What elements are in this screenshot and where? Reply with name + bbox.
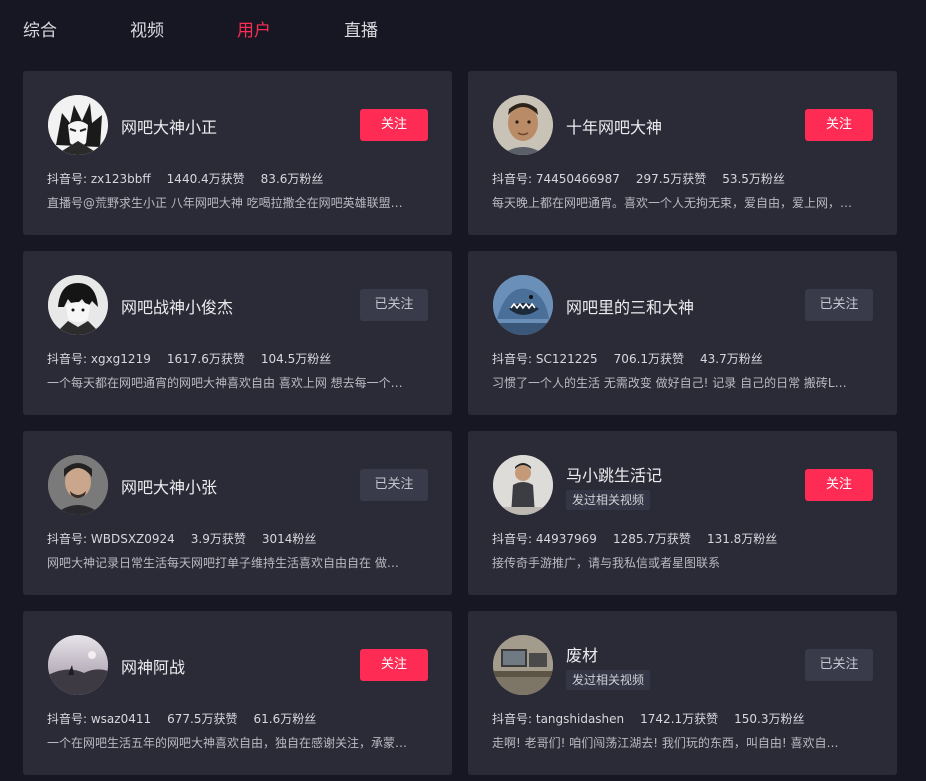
fans-count: 131.8万粉丝 xyxy=(706,532,778,546)
fans-count: 83.6万粉丝 xyxy=(260,172,324,186)
follow-button[interactable]: 关注 xyxy=(360,109,428,141)
fans-count: 150.3万粉丝 xyxy=(734,712,805,726)
douyin-id: 抖音号: WBDSXZ0924 xyxy=(47,532,175,546)
douyin-id: 抖音号: SC121225 xyxy=(492,352,598,366)
tab-live[interactable]: 直播 xyxy=(344,16,378,41)
related-video-tag: 发过相关视频 xyxy=(566,670,651,690)
fans-count: 53.5万粉丝 xyxy=(722,172,785,186)
user-stats: 抖音号: tangshidashen 1742.1万获赞 150.3万粉丝 xyxy=(492,710,821,727)
anime-boy-avatar-icon[interactable] xyxy=(48,275,108,335)
followed-button[interactable]: 已关注 xyxy=(360,289,428,321)
man-face-avatar-icon[interactable] xyxy=(493,95,553,155)
user-description: 网吧大神记录日常生活每天网吧打单子维持生活喜欢自由自在 做… xyxy=(47,556,399,570)
user-name[interactable]: 废材 xyxy=(566,642,598,666)
douyin-id: 抖音号: xgxg1219 xyxy=(47,352,151,366)
likes-count: 297.5万获赞 xyxy=(635,172,707,186)
user-stats: 抖音号: zx123bbff 1440.4万获赞 83.6万粉丝 xyxy=(47,170,339,187)
fans-count: 61.6万粉丝 xyxy=(253,712,317,726)
user-name[interactable]: 十年网吧大神 xyxy=(566,114,662,138)
user-description: 走啊! 老哥们! 咱们闯荡江湖去! 我们玩的东西，叫自由! 喜欢自… xyxy=(492,736,839,750)
follow-button[interactable]: 关注 xyxy=(360,649,428,681)
user-description: 每天晚上都在网吧通宵。喜欢一个人无拘无束，爱自由，爱上网，… xyxy=(492,196,853,210)
user-description: 一个每天都在网吧通宵的网吧大神喜欢自由 喜欢上网 想去每一个… xyxy=(47,376,403,390)
follow-button[interactable]: 关注 xyxy=(805,109,873,141)
user-card[interactable]: 废材 发过相关视频 已关注 抖音号: tangshidashen 1742.1万获… xyxy=(468,611,897,775)
follow-button[interactable]: 关注 xyxy=(805,469,873,501)
followed-button[interactable]: 已关注 xyxy=(805,649,873,681)
sunset-landscape-avatar-icon[interactable] xyxy=(48,635,108,695)
user-card[interactable]: 十年网吧大神 关注 抖音号: 74450466987 297.5万获赞 53.5万粉… xyxy=(468,71,897,235)
user-description: 直播号@荒野求生小正 八年网吧大神 吃喝拉撒全在网吧英雄联盟… xyxy=(47,196,403,210)
likes-count: 1440.4万获赞 xyxy=(166,172,245,186)
tab-users[interactable]: 用户 xyxy=(237,16,271,41)
user-name[interactable]: 网神阿战 xyxy=(121,654,185,678)
user-stats: 抖音号: SC121225 706.1万获赞 43.7万粉丝 xyxy=(492,350,779,367)
user-stats: 抖音号: 44937969 1285.7万获赞 131.8万粉丝 xyxy=(492,530,793,547)
user-name[interactable]: 网吧大神小张 xyxy=(121,474,217,498)
person-standing-avatar-icon[interactable] xyxy=(493,455,553,515)
anime-avatar-icon[interactable] xyxy=(48,95,108,155)
user-card[interactable]: 网吧大神小正 关注 抖音号: zx123bbff 1440.4万获赞 83.6万粉丝… xyxy=(23,71,452,235)
douyin-id: 抖音号: zx123bbff xyxy=(47,172,151,186)
user-name[interactable]: 网吧战神小俊杰 xyxy=(121,294,233,318)
likes-count: 3.9万获赞 xyxy=(190,532,246,546)
user-description: 接传奇手游推广，请与我私信或者星图联系 xyxy=(492,556,721,570)
user-card[interactable]: 马小跳生活记 发过相关视频 关注 抖音号: 44937969 1285.7万获赞 1… xyxy=(468,431,897,595)
fans-count: 104.5万粉丝 xyxy=(260,352,332,366)
likes-count: 706.1万获赞 xyxy=(613,352,685,366)
computer-desk-avatar-icon[interactable] xyxy=(493,635,553,695)
likes-count: 677.5万获赞 xyxy=(167,712,238,726)
shark-cartoon-avatar-icon[interactable] xyxy=(493,275,553,335)
related-video-tag: 发过相关视频 xyxy=(566,490,651,510)
douyin-id: 抖音号: 44937969 xyxy=(492,532,597,546)
user-name[interactable]: 网吧里的三和大神 xyxy=(566,294,694,318)
user-card[interactable]: 网吧里的三和大神 已关注 抖音号: SC121225 706.1万获赞 43.7万粉… xyxy=(468,251,897,415)
likes-count: 1285.7万获赞 xyxy=(612,532,691,546)
followed-button[interactable]: 已关注 xyxy=(360,469,428,501)
user-card[interactable]: 网吧大神小张 已关注 抖音号: WBDSXZ0924 3.9万获赞 3014粉丝 网… xyxy=(23,431,452,595)
douyin-id: 抖音号: 74450466987 xyxy=(492,172,620,186)
douyin-id: 抖音号: tangshidashen xyxy=(492,712,625,726)
man-portrait-avatar-icon[interactable] xyxy=(48,455,108,515)
user-name[interactable]: 马小跳生活记 xyxy=(566,462,662,486)
tab-general[interactable]: 综合 xyxy=(23,16,57,41)
tab-videos[interactable]: 视频 xyxy=(130,16,164,41)
user-description: 习惯了一个人的生活 无需改变 做好自己! 记录 自己的日常 搬砖L… xyxy=(492,376,847,390)
search-tabs: 综合 视频 用户 直播 xyxy=(0,0,926,56)
followed-button[interactable]: 已关注 xyxy=(805,289,873,321)
user-stats: 抖音号: 74450466987 297.5万获赞 53.5万粉丝 xyxy=(492,170,801,187)
user-stats: 抖音号: wsaz0411 677.5万获赞 61.6万粉丝 xyxy=(47,710,332,727)
user-card[interactable]: 网吧战神小俊杰 已关注 抖音号: xgxg1219 1617.6万获赞 104.5万… xyxy=(23,251,452,415)
user-stats: 抖音号: xgxg1219 1617.6万获赞 104.5万粉丝 xyxy=(47,350,347,367)
fans-count: 43.7万粉丝 xyxy=(700,352,763,366)
likes-count: 1742.1万获赞 xyxy=(640,712,719,726)
user-description: 一个在网吧生活五年的网吧大神喜欢自由，独自在感谢关注，承蒙… xyxy=(47,736,408,750)
user-stats: 抖音号: WBDSXZ0924 3.9万获赞 3014粉丝 xyxy=(47,530,332,547)
douyin-id: 抖音号: wsaz0411 xyxy=(47,712,152,726)
likes-count: 1617.6万获赞 xyxy=(166,352,245,366)
fans-count: 3014粉丝 xyxy=(261,532,317,546)
user-card[interactable]: 网神阿战 关注 抖音号: wsaz0411 677.5万获赞 61.6万粉丝 一个在… xyxy=(23,611,452,775)
user-name[interactable]: 网吧大神小正 xyxy=(121,114,217,138)
